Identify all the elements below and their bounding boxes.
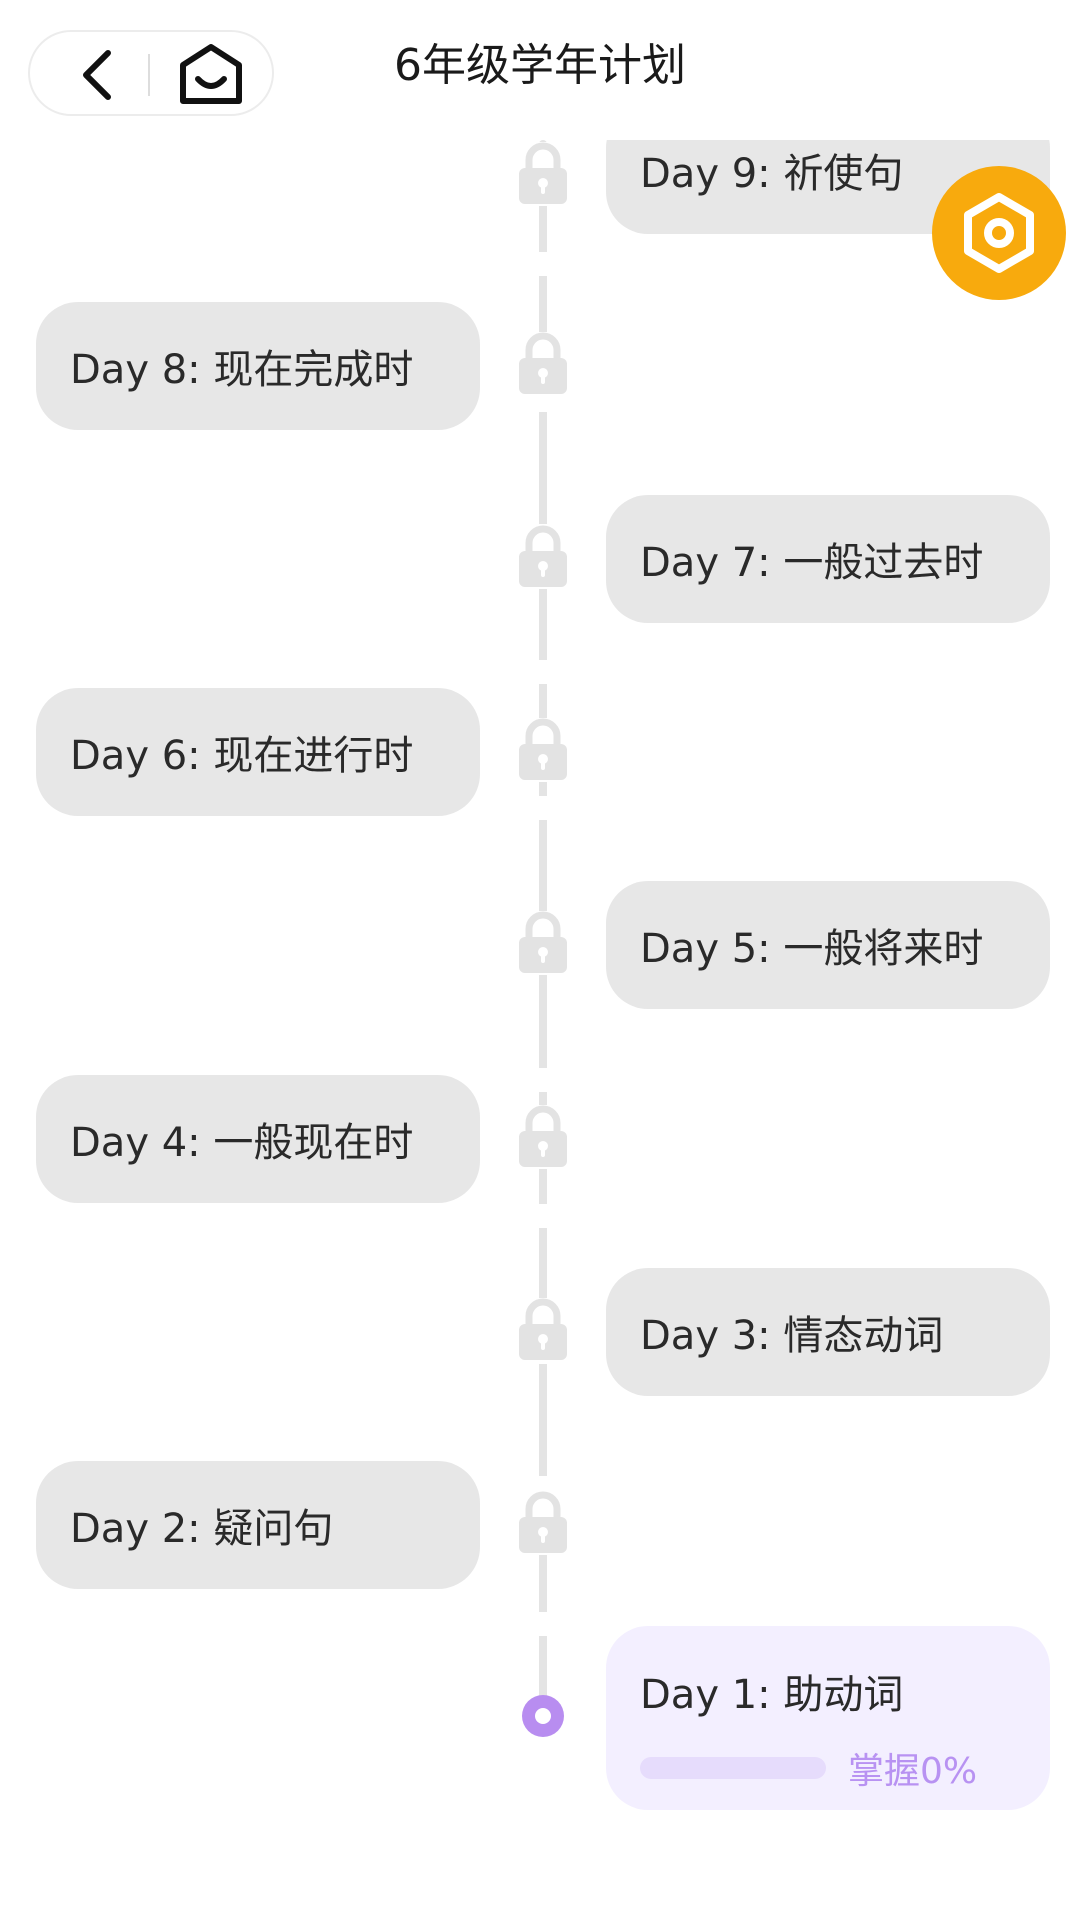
lesson-label: Day 9: 祈使句 xyxy=(640,151,904,197)
lesson-label: Day 8: 现在完成时 xyxy=(70,347,414,393)
settings-button[interactable] xyxy=(932,166,1066,300)
lesson-card-day-5[interactable]: Day 5: 一般将来时 xyxy=(606,881,1050,1009)
lesson-label: Day 6: 现在进行时 xyxy=(70,733,414,779)
mastery-text: 掌握0% xyxy=(848,1751,978,1792)
lock-icon xyxy=(516,525,570,589)
lock-icon xyxy=(516,332,570,396)
lesson-label: Day 2: 疑问句 xyxy=(70,1506,334,1552)
lesson-label: Day 3: 情态动词 xyxy=(640,1313,944,1359)
settings-hexagon-icon xyxy=(964,193,1034,273)
lesson-card-day-2[interactable]: Day 2: 疑问句 xyxy=(36,1461,480,1589)
learning-plan-screen: 6年级学年计划 Day 9: 祈使句 Day 8: 现在完成时 Day 7: 一… xyxy=(0,0,1080,1920)
current-lesson-marker-center xyxy=(535,1708,551,1724)
header: 6年级学年计划 xyxy=(0,0,1080,140)
lock-icon xyxy=(516,142,570,206)
lock-icon xyxy=(516,1491,570,1555)
lesson-card-day-3[interactable]: Day 3: 情态动词 xyxy=(606,1268,1050,1396)
lock-icon xyxy=(516,1298,570,1362)
lock-icon xyxy=(516,911,570,975)
page-title: 6年级学年计划 xyxy=(394,40,686,91)
lesson-card-day-1[interactable]: Day 1: 助动词 掌握0% xyxy=(606,1626,1050,1810)
lesson-label: Day 4: 一般现在时 xyxy=(70,1120,414,1166)
lesson-label: Day 5: 一般将来时 xyxy=(640,926,984,972)
lesson-card-day-8[interactable]: Day 8: 现在完成时 xyxy=(36,302,480,430)
lesson-label: Day 7: 一般过去时 xyxy=(640,540,984,586)
lock-icon xyxy=(516,718,570,782)
lock-icon xyxy=(516,1105,570,1169)
lesson-card-day-4[interactable]: Day 4: 一般现在时 xyxy=(36,1075,480,1203)
progress-track xyxy=(640,1757,826,1779)
lesson-card-day-7[interactable]: Day 7: 一般过去时 xyxy=(606,495,1050,623)
mastery-progress: 掌握0% xyxy=(640,1742,1050,1794)
lesson-label: Day 1: 助动词 xyxy=(640,1672,904,1718)
current-lesson-marker xyxy=(522,1695,564,1737)
lesson-card-day-6[interactable]: Day 6: 现在进行时 xyxy=(36,688,480,816)
